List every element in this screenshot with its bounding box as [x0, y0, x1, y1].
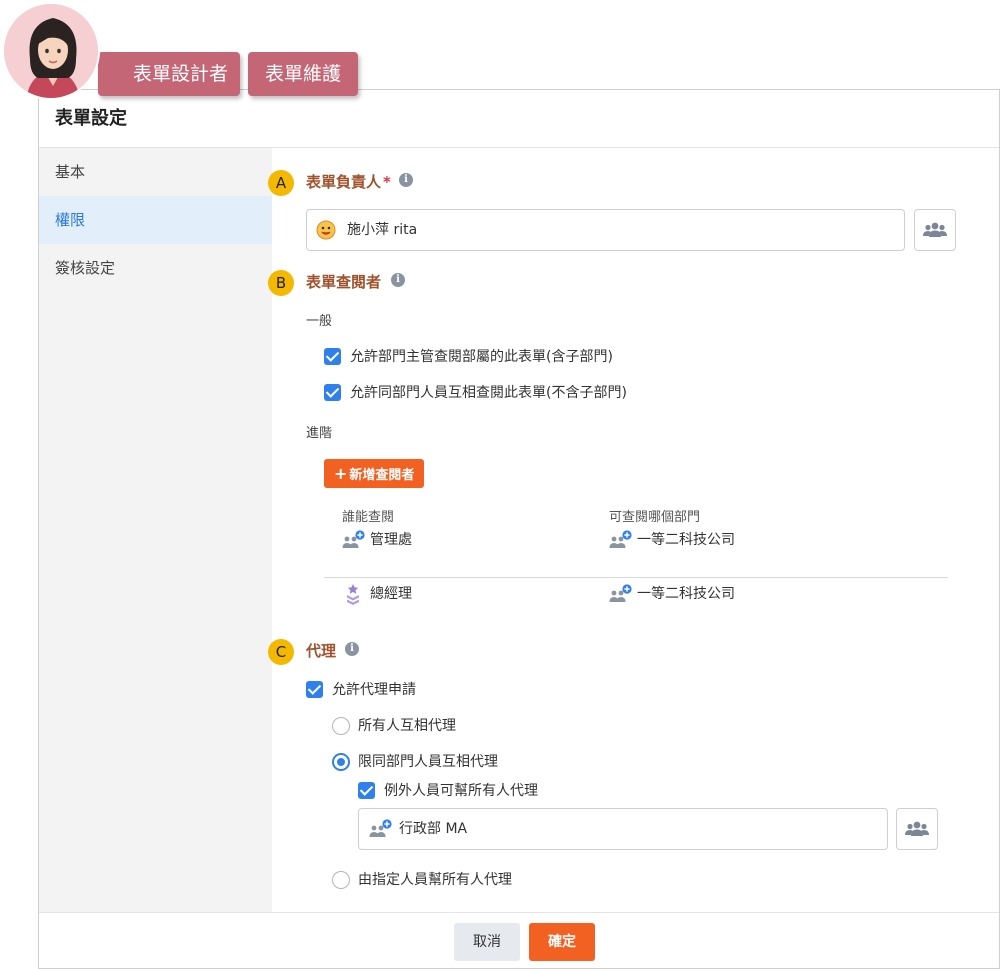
option-label: 允許代理申請	[332, 682, 416, 698]
plus-icon: +	[334, 464, 348, 483]
owner-title-text: 表單負責人	[306, 173, 382, 191]
table-cell: 一等二科技公司	[609, 582, 809, 606]
sidebar-item-basic[interactable]: 基本	[39, 148, 272, 196]
add-viewer-label: 新增查閱者	[349, 468, 415, 483]
allow-delegate-option[interactable]: 允許代理申請	[306, 679, 526, 701]
user-emoji-icon	[316, 220, 336, 240]
dialog-title: 表單設定	[39, 90, 999, 148]
delegate-radio-same-dept[interactable]: 限同部門人員互相代理	[332, 751, 572, 773]
column-header-department: 可查閱哪個部門	[609, 510, 701, 525]
table-row: 管理處	[342, 528, 542, 552]
table-row: 總經理	[342, 582, 542, 606]
department-icon	[609, 530, 633, 554]
info-icon[interactable]: i	[345, 642, 359, 656]
owner-field[interactable]: 施小萍 rita	[306, 209, 905, 251]
exception-field[interactable]: 行政部 MA	[358, 808, 888, 850]
sidebar-item-permissions[interactable]: 權限	[39, 196, 272, 244]
option-label: 由指定人員幫所有人代理	[358, 872, 512, 888]
radio-selected[interactable]	[332, 753, 350, 771]
option-label: 允許部門主管查閱部屬的此表單(含子部門)	[350, 349, 613, 365]
owner-section-title: 表單負責人 *	[306, 171, 391, 192]
column-header-who: 誰能查閱	[342, 510, 395, 525]
who-value: 總經理	[370, 586, 412, 602]
delegate-section-title: 代理	[306, 642, 337, 660]
exception-value: 行政部 MA	[399, 821, 468, 837]
select-owner-button[interactable]	[914, 209, 956, 251]
exception-option[interactable]: 例外人員可幫所有人代理	[358, 780, 598, 802]
option-label: 限同部門人員互相代理	[358, 754, 498, 770]
table-cell: 一等二科技公司	[609, 528, 809, 552]
option-label: 所有人互相代理	[358, 718, 456, 734]
people-group-icon	[923, 220, 947, 244]
add-viewer-button[interactable]: + 新增查閱者	[324, 459, 425, 488]
dept-value: 一等二科技公司	[637, 532, 735, 548]
permissions-content: A 表單負責人 * i 施小萍 rita B 表單查閱者 i 一般 允許部門主管…	[268, 148, 999, 912]
delegate-radio-all[interactable]: 所有人互相代理	[332, 715, 552, 737]
department-icon	[609, 584, 633, 608]
dept-value: 一等二科技公司	[637, 586, 735, 602]
section-marker-b: B	[268, 270, 294, 296]
radio-unselected[interactable]	[332, 717, 350, 735]
checkbox-checked[interactable]	[324, 384, 341, 401]
sidebar-item-approval-settings[interactable]: 簽核設定	[39, 244, 272, 292]
department-icon	[369, 819, 393, 843]
people-group-icon	[905, 819, 929, 843]
dialog-footer: 取消 確定	[39, 912, 999, 968]
department-icon	[342, 530, 366, 554]
checkbox-checked[interactable]	[306, 681, 323, 698]
allow-supervisor-view-option[interactable]: 允許部門主管查閱部屬的此表單(含子部門)	[324, 346, 664, 368]
viewers-section-title: 表單查閱者	[306, 273, 382, 291]
option-label: 例外人員可幫所有人代理	[384, 783, 538, 799]
owner-value: 施小萍 rita	[347, 222, 418, 238]
advanced-label: 進階	[306, 426, 333, 441]
delegate-radio-specified[interactable]: 由指定人員幫所有人代理	[332, 869, 592, 891]
confirm-button[interactable]: 確定	[529, 923, 595, 961]
radio-unselected[interactable]	[332, 871, 350, 889]
user-avatar	[2, 2, 100, 100]
role-tag-form-maintainer: 表單維護	[248, 52, 358, 96]
general-label: 一般	[306, 314, 333, 329]
row-divider	[324, 577, 948, 578]
cancel-button[interactable]: 取消	[454, 923, 520, 961]
select-exception-button[interactable]	[896, 808, 938, 850]
form-settings-dialog: 表單設定 基本 權限 簽核設定 A 表單負責人 * i 施小萍 rita B 表…	[38, 89, 1000, 969]
info-icon[interactable]: i	[399, 173, 413, 187]
who-value: 管理處	[370, 532, 412, 548]
role-tag-form-designer: 表單設計者	[98, 52, 240, 96]
allow-same-dept-view-option[interactable]: 允許同部門人員互相查閱此表單(不含子部門)	[324, 382, 664, 404]
checkbox-checked[interactable]	[358, 782, 375, 799]
settings-sidebar: 基本 權限 簽核設定	[39, 148, 272, 912]
position-rank-icon	[344, 583, 362, 609]
section-marker-c: C	[268, 639, 294, 665]
option-label: 允許同部門人員互相查閱此表單(不含子部門)	[350, 385, 627, 401]
required-asterisk: *	[383, 173, 391, 191]
info-icon[interactable]: i	[391, 273, 405, 287]
section-marker-a: A	[268, 170, 294, 196]
checkbox-checked[interactable]	[324, 348, 341, 365]
